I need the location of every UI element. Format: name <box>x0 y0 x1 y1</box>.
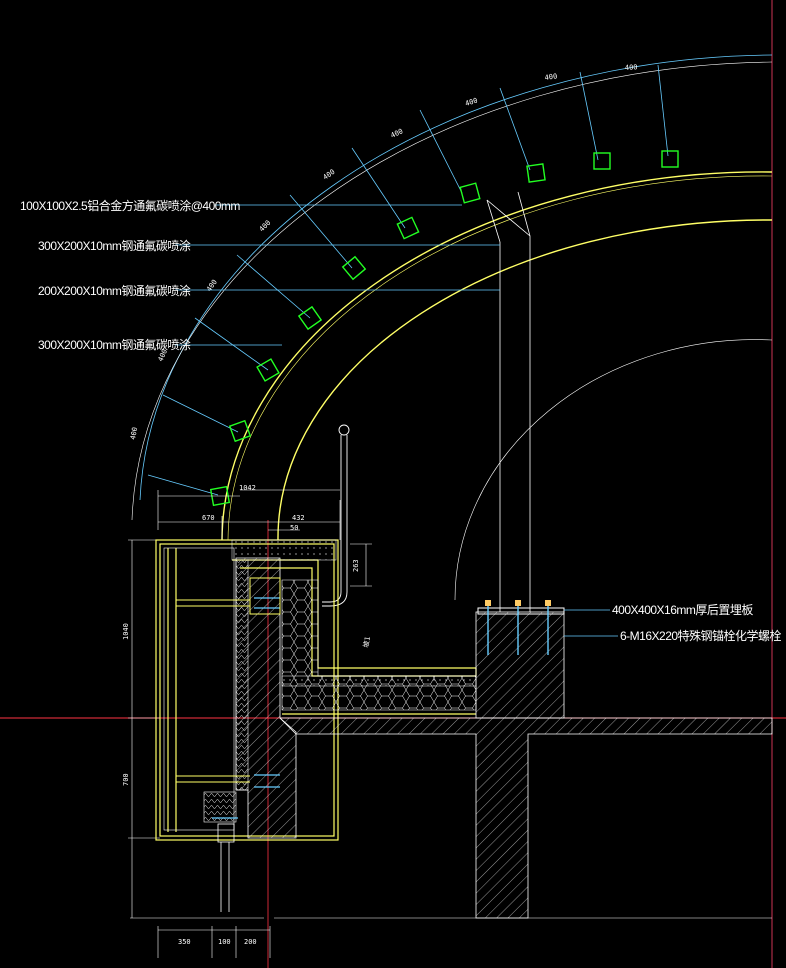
dim-bottom-350: 350 <box>178 938 191 946</box>
slab-insulation <box>281 579 477 711</box>
arc-dim-8: 400 <box>544 72 558 82</box>
radial-dimension-ticks <box>147 64 669 496</box>
structural-slab <box>279 717 773 919</box>
dim-1042: 1042 <box>239 484 256 492</box>
cladding-box-inner <box>163 547 235 831</box>
arc-dim-5: 400 <box>322 168 337 182</box>
arc-dim-1: 400 <box>129 426 139 440</box>
inner-building-arc <box>454 339 773 601</box>
column-base <box>475 611 565 719</box>
window-frame <box>217 823 235 912</box>
dim-bottom-100: 100 <box>218 938 231 946</box>
outer-dimension-arc-2 <box>131 61 773 521</box>
dim-263: 263 <box>352 559 360 572</box>
dim-700: 700 <box>122 773 130 786</box>
tube-markers <box>209 150 679 507</box>
cad-section-drawing: 400 400 400 400 400 400 400 400 400 100X… <box>0 0 786 968</box>
arc-dim-9: 400 <box>625 63 638 72</box>
slope-label: 坡1 <box>361 636 372 649</box>
anchor-leaders <box>564 609 618 637</box>
label-plate-300-top: 300X200X10mm钢通氟碳喷涂 <box>38 238 191 253</box>
arc-dim-6: 400 <box>389 127 404 140</box>
dim-432: 432 <box>292 514 305 522</box>
top-dimension-lines <box>157 489 341 540</box>
label-anchor-bolt: 6-M16X220特殊钢锚栓化学螺栓 <box>620 628 782 643</box>
insulation-vertical <box>235 559 249 791</box>
arc-bracket <box>486 191 531 612</box>
left-dimension-lines <box>128 539 160 918</box>
parapet-top-strip <box>231 539 337 561</box>
cladding-arc-inner <box>277 219 773 541</box>
cladding-arc-outer <box>221 171 773 541</box>
label-embed-plate: 400X400X16mm厚后置埋板 <box>612 603 753 617</box>
slab-screed <box>281 675 477 687</box>
arc-dim-3: 400 <box>205 278 219 293</box>
label-plate-200: 200X200X10mm钢通氟碳喷涂 <box>38 283 191 298</box>
arc-dim-7: 400 <box>464 97 478 108</box>
label-leaders <box>175 204 500 346</box>
dim-670: 670 <box>202 514 215 522</box>
drain-pipe <box>322 424 350 607</box>
label-tube: 100X100X2.5铝合金方通氟碳喷涂@400mm <box>20 198 240 213</box>
arc-dim-4: 400 <box>258 219 273 234</box>
label-plate-300-bottom: 300X200X10mm钢通氟碳喷涂 <box>38 337 191 352</box>
anchor-nuts <box>485 600 551 606</box>
dim-50: 50 <box>290 524 298 532</box>
dim-1040: 1040 <box>122 623 130 640</box>
dim-bottom-200: 200 <box>244 938 257 946</box>
